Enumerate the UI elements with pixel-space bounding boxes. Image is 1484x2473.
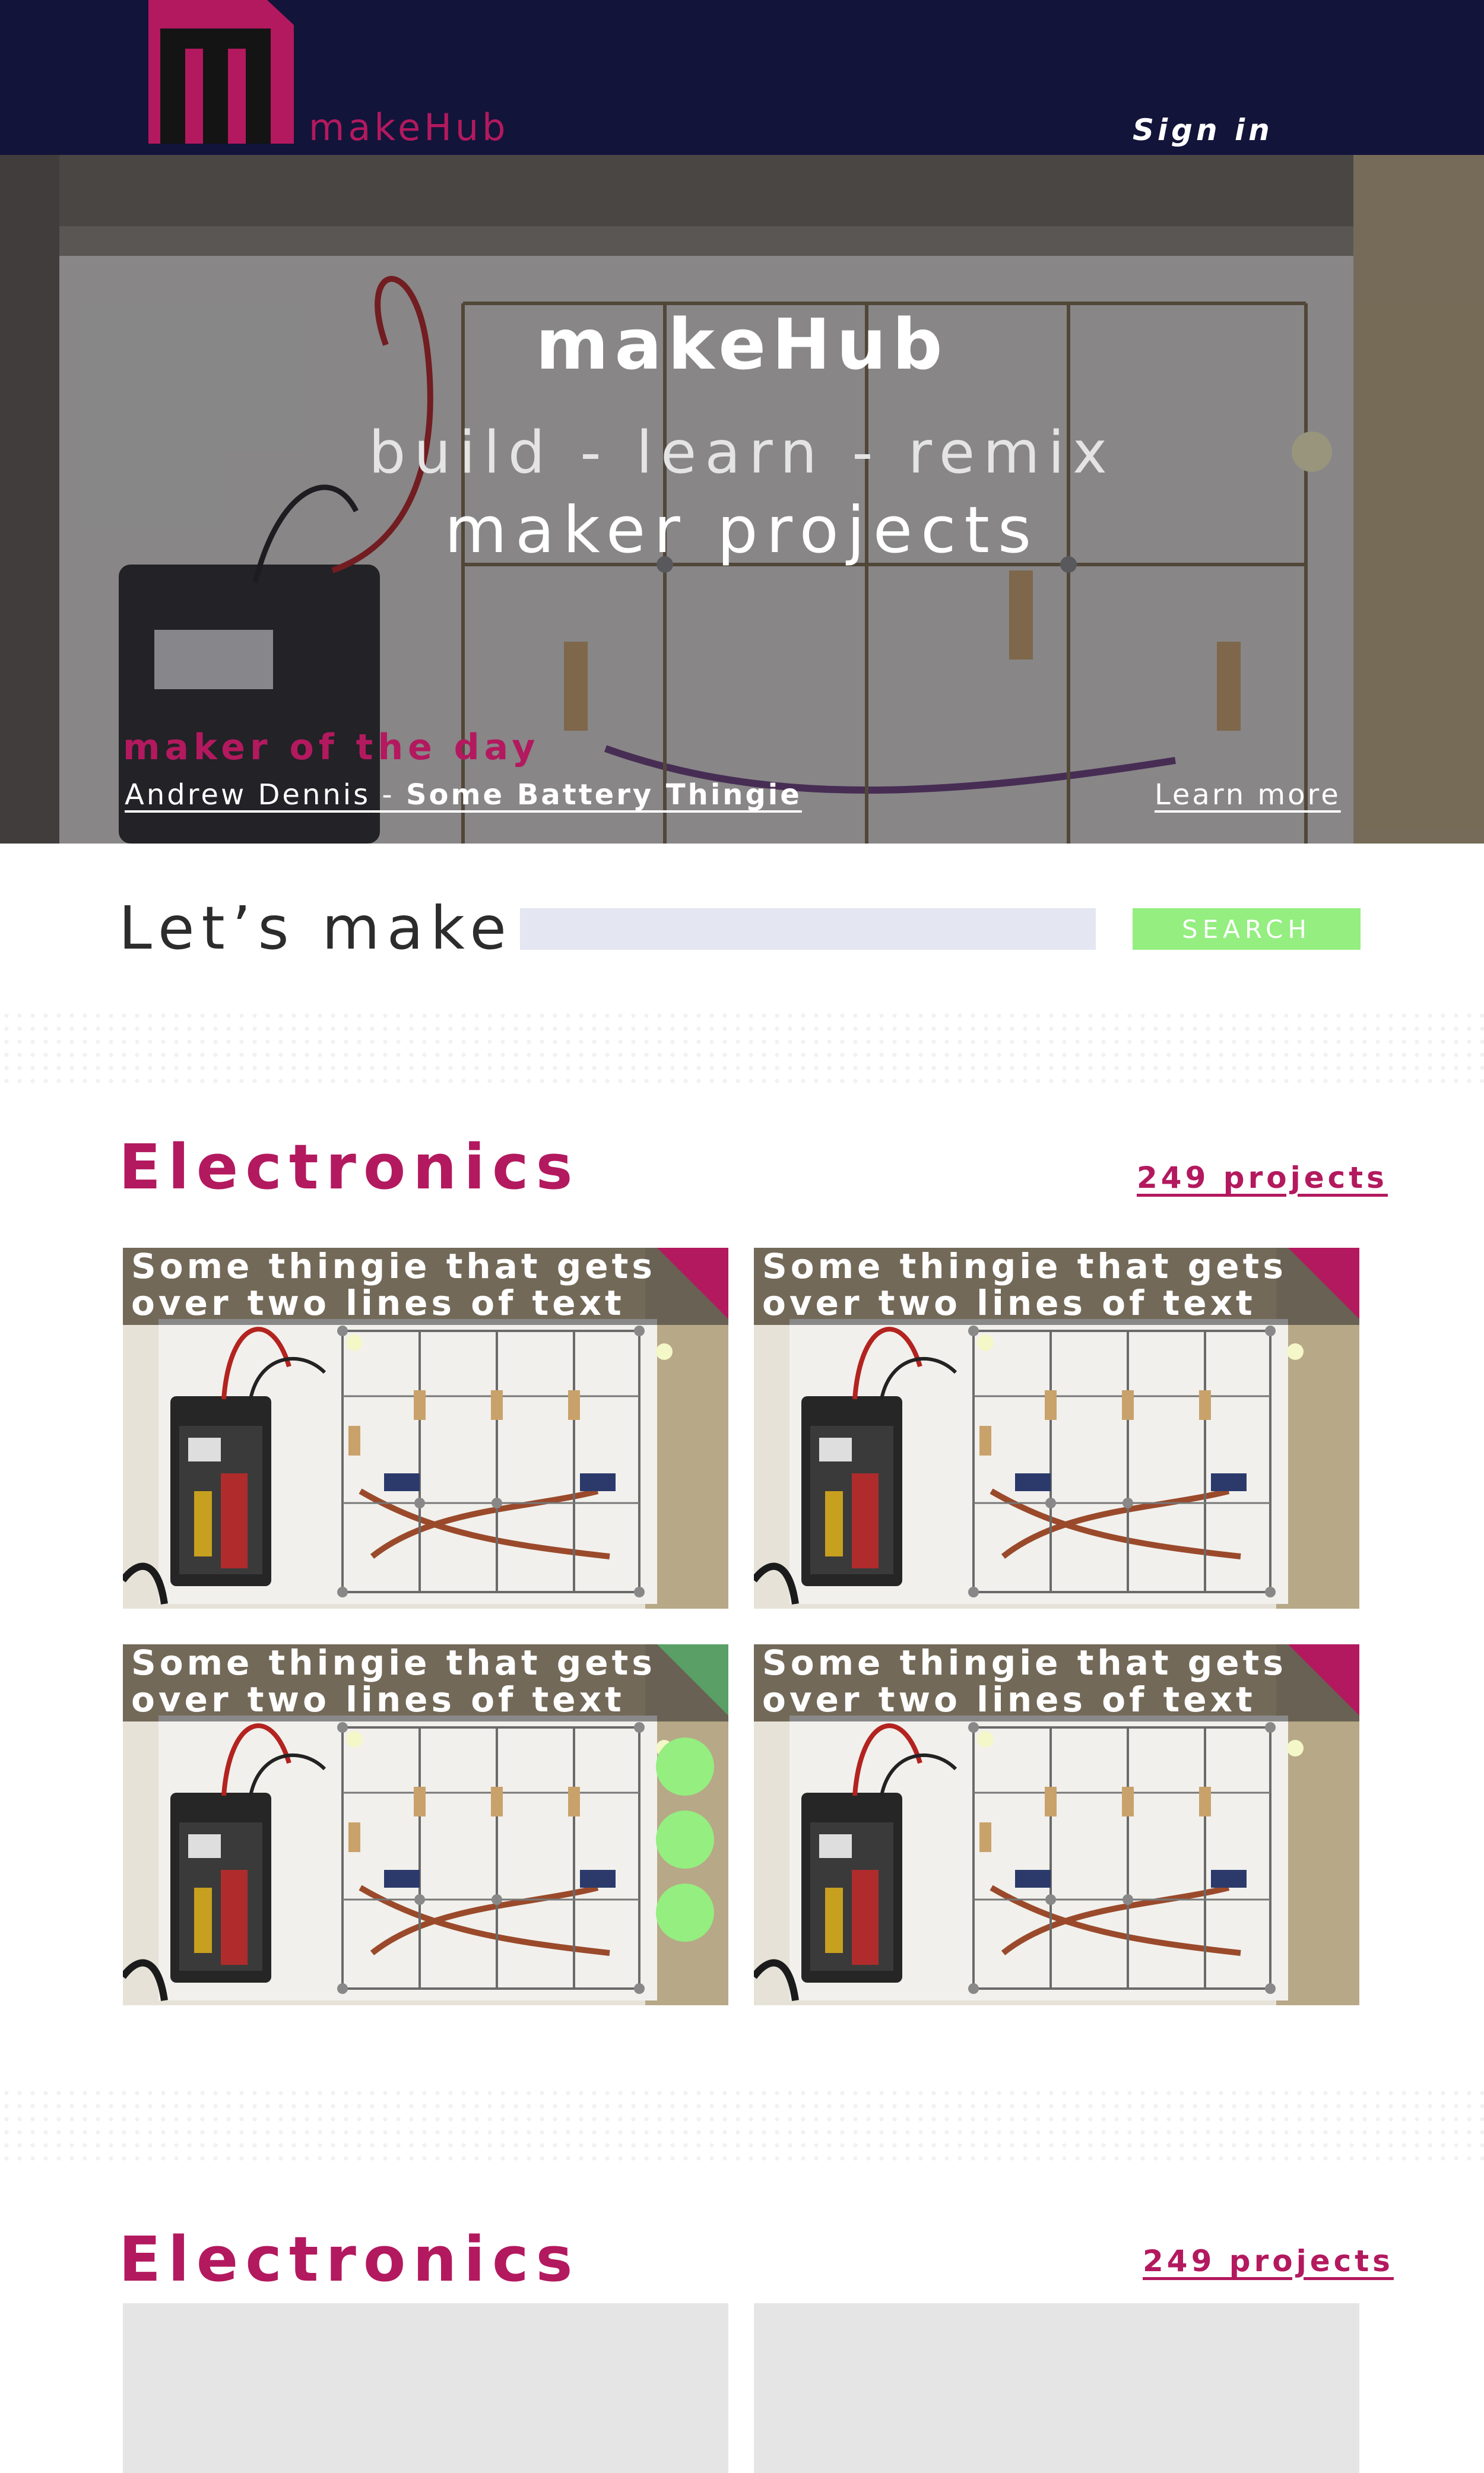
project-card[interactable]: Some thingie that gets over two lines of… <box>754 1644 1359 2005</box>
sign-in-link[interactable]: Sign in <box>1133 113 1273 147</box>
maker-author: Andrew Dennis <box>125 778 371 811</box>
project-card[interactable]: Some thingie that gets over two lines of… <box>754 1248 1359 1609</box>
top-navbar: makeHub Sign in <box>0 0 1484 155</box>
project-card-placeholder[interactable] <box>123 2303 728 2473</box>
hero-banner: makeHub build - learn - remix maker proj… <box>0 155 1484 844</box>
section-title-electronics: Electronics <box>119 2223 580 2296</box>
section-divider <box>0 1009 1484 1089</box>
maker-project-name: Some Battery Thingie <box>405 778 802 811</box>
hero-tagline: build - learn - remix <box>369 419 1115 487</box>
learn-more-link[interactable]: Learn more <box>1155 778 1341 811</box>
action-dot-icon[interactable] <box>656 1884 714 1942</box>
maker-of-the-day-link[interactable]: Andrew Dennis - Some Battery Thingie <box>125 778 802 811</box>
project-count-link[interactable]: 249 projects <box>1143 2244 1394 2278</box>
corner-badge-icon <box>1288 1248 1359 1319</box>
search-input[interactable] <box>520 908 1096 950</box>
search-label: Let’s make <box>119 893 513 963</box>
corner-badge-icon <box>657 1644 728 1716</box>
project-card[interactable]: Some thingie that gets over two lines of… <box>123 1644 728 2005</box>
search-button[interactable]: SEARCH <box>1133 908 1361 950</box>
hero-subtitle: maker projects <box>444 493 1040 567</box>
corner-badge-icon <box>1288 1644 1359 1716</box>
makehub-logo-icon[interactable] <box>148 0 294 144</box>
section-title-electronics: Electronics <box>119 1131 580 1203</box>
hero-title: makeHub <box>535 303 949 385</box>
maker-separator: - <box>370 778 406 811</box>
project-card-title: Some thingie that gets over two lines of… <box>754 1644 1359 1721</box>
logo-wordmark[interactable]: makeHub <box>309 106 509 149</box>
corner-badge-icon <box>657 1248 728 1319</box>
project-count-link[interactable]: 249 projects <box>1137 1161 1388 1195</box>
project-card-title: Some thingie that gets over two lines of… <box>123 1644 728 1721</box>
project-card-title: Some thingie that gets over two lines of… <box>123 1248 728 1325</box>
project-card-title: Some thingie that gets over two lines of… <box>754 1248 1359 1325</box>
section-divider <box>0 2087 1484 2167</box>
project-card-placeholder[interactable] <box>754 2303 1359 2473</box>
maker-of-the-day-label: maker of the day <box>123 727 540 768</box>
project-card[interactable]: Some thingie that gets over two lines of… <box>123 1248 728 1609</box>
action-dot-icon[interactable] <box>656 1738 714 1796</box>
action-dot-icon[interactable] <box>656 1811 714 1869</box>
